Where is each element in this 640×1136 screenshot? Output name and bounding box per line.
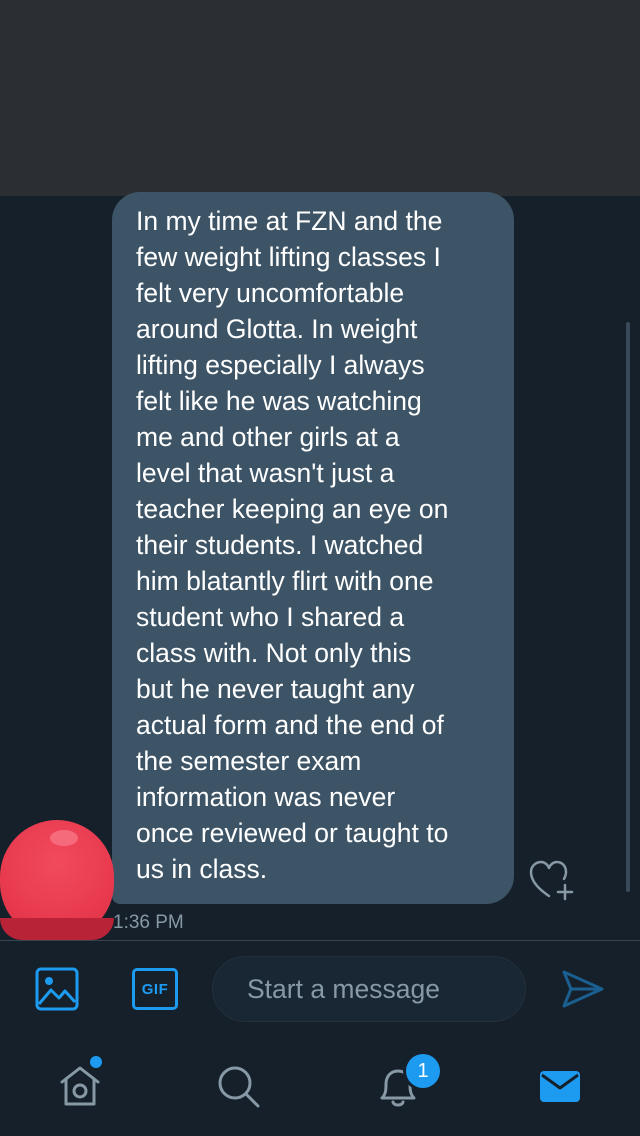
tab-home[interactable] (56, 1062, 104, 1110)
scrollbar[interactable] (626, 322, 630, 892)
avatar-shadow (0, 918, 114, 940)
send-button[interactable] (560, 966, 606, 1012)
send-icon (562, 970, 604, 1008)
message-bubble[interactable]: In my time at FZN and the few weight lif… (112, 192, 514, 904)
notification-count-badge: 1 (406, 1054, 440, 1088)
tab-search[interactable] (214, 1062, 262, 1110)
message-input[interactable] (212, 956, 526, 1022)
heart-plus-icon (529, 860, 574, 901)
avatar[interactable] (0, 820, 114, 940)
mail-icon (540, 1071, 580, 1102)
gif-button[interactable]: GIF (132, 968, 178, 1010)
like-button[interactable] (528, 858, 578, 902)
message-timestamp: 1:36 PM (113, 912, 184, 933)
image-icon (35, 967, 79, 1011)
home-notification-dot (90, 1056, 102, 1068)
avatar-highlight (50, 830, 78, 846)
search-icon (218, 1066, 260, 1108)
top-bar (0, 0, 640, 196)
home-icon (60, 1066, 100, 1106)
add-photo-button[interactable] (34, 966, 80, 1012)
tab-messages[interactable] (536, 1062, 584, 1110)
